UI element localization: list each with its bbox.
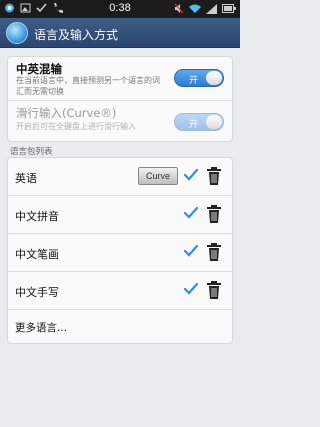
check-icon[interactable] <box>184 206 198 220</box>
option-curve-input[interactable]: 滑行输入(Curve®) 开启后可在全键盘上进行滑行输入 开 <box>8 101 232 143</box>
check-icon[interactable] <box>184 244 198 258</box>
option-mixed-input[interactable]: 中英混输 在当前语言中，直接预测另一个语言的词汇而无需切换 开 <box>8 57 232 100</box>
system-icons <box>174 3 236 14</box>
language-item-handwriting[interactable]: 中文手写 <box>8 272 232 309</box>
language-item-stroke[interactable]: 中文笔画 <box>8 234 232 271</box>
toggle-knob <box>206 115 222 129</box>
language-item-pinyin[interactable]: 中文拼音 <box>8 196 232 233</box>
curve-badge-label: Curve <box>145 171 170 181</box>
language-name: 中文手写 <box>15 286 59 299</box>
trash-icon[interactable] <box>206 242 222 262</box>
language-name: 中文笔画 <box>15 248 59 261</box>
language-name: 中文拼音 <box>15 210 59 223</box>
language-item-english[interactable]: 英语 Curve <box>8 158 232 195</box>
mute-icon <box>174 3 184 14</box>
signal-icon <box>206 3 217 14</box>
option-mixed-input-desc: 在当前语言中，直接预测另一个语言的词汇而无需切换 <box>16 76 160 96</box>
more-languages-button[interactable]: 更多语言... <box>8 309 232 345</box>
language-app-icon <box>6 22 28 44</box>
check-icon[interactable] <box>184 168 198 182</box>
mixed-input-toggle[interactable]: 开 <box>174 69 224 87</box>
battery-icon <box>222 4 236 13</box>
check-icon[interactable] <box>184 282 198 296</box>
curve-input-toggle[interactable]: 开 <box>174 113 224 131</box>
status-bar: 0:38 <box>0 0 240 18</box>
toggle-label: 开 <box>189 76 199 86</box>
option-curve-input-desc: 开启后可在全键盘上进行滑行输入 <box>16 122 136 131</box>
trash-icon[interactable] <box>206 204 222 224</box>
language-list-card: 英语 Curve 中文拼音 中文笔画 中文手写 更多语言... <box>7 157 233 344</box>
page-title: 语言及输入方式 <box>34 28 119 42</box>
wifi-icon <box>189 4 201 13</box>
option-curve-input-title: 滑行输入(Curve®) <box>16 106 117 120</box>
language-list-label: 语言包列表 <box>10 147 53 157</box>
language-name: 英语 <box>15 172 37 185</box>
options-card: 中英混输 在当前语言中，直接预测另一个语言的词汇而无需切换 开 滑行输入(Cur… <box>7 56 233 142</box>
trash-icon[interactable] <box>206 280 222 300</box>
toggle-label: 开 <box>189 120 199 130</box>
trash-icon[interactable] <box>206 166 222 186</box>
toggle-knob <box>206 71 222 85</box>
more-languages-label: 更多语言... <box>15 322 68 334</box>
title-bar: 语言及输入方式 <box>0 18 240 48</box>
curve-badge[interactable]: Curve <box>138 167 178 185</box>
